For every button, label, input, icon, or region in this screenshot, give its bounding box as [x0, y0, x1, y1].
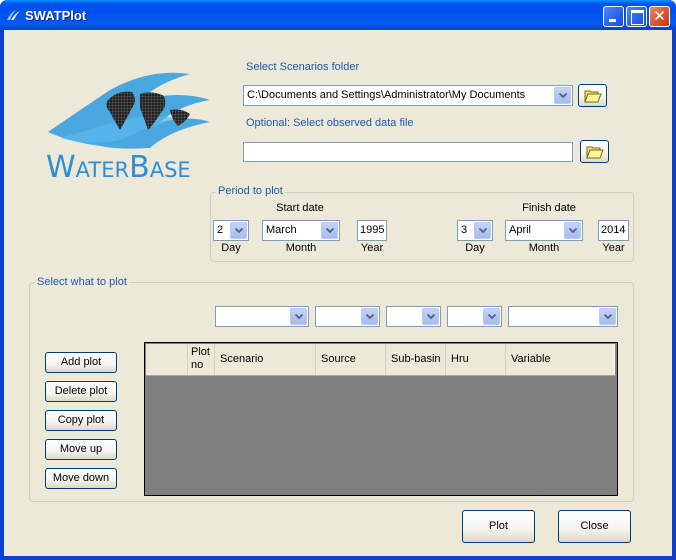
add-plot-button[interactable]: Add plot — [45, 352, 117, 373]
col-subbasin[interactable]: Sub-basin — [386, 344, 446, 375]
chevron-down-icon[interactable] — [361, 308, 378, 325]
title-bar[interactable]: SWATPlot ✕ — [0, 0, 676, 30]
logo-text: WATERBASE — [46, 150, 191, 185]
folder-open-icon — [584, 90, 602, 103]
finish-year-label: Year — [602, 242, 625, 254]
folder-open-icon — [586, 146, 604, 159]
start-date-heading: Start date — [276, 202, 324, 214]
plots-grid[interactable]: Plot no Scenario Source Sub-basin Hru Va… — [144, 342, 618, 496]
chevron-down-icon[interactable] — [554, 87, 571, 104]
start-year-input[interactable]: 1995 — [357, 220, 387, 241]
hru-filter-combo[interactable] — [447, 306, 502, 327]
finish-month-label: Month — [528, 242, 560, 254]
plot-button[interactable]: Plot — [462, 510, 535, 543]
app-icon — [7, 10, 20, 20]
start-month-label: Month — [285, 242, 317, 254]
chevron-down-icon[interactable] — [321, 222, 338, 239]
col-scenario[interactable]: Scenario — [215, 344, 316, 375]
browse-observed-file-button[interactable] — [580, 140, 609, 163]
close-window-button[interactable]: ✕ — [649, 6, 670, 27]
observed-data-label: Optional: Select observed data file — [246, 117, 414, 129]
chevron-down-icon[interactable] — [564, 222, 581, 239]
finish-day-combo[interactable]: 3 — [457, 220, 493, 241]
finish-date-heading: Finish date — [522, 202, 576, 214]
col-source[interactable]: Source — [316, 344, 386, 375]
variable-filter-combo[interactable] — [508, 306, 618, 327]
delete-plot-button[interactable]: Delete plot — [45, 381, 117, 402]
col-plot-no[interactable]: Plot no — [188, 344, 215, 375]
start-day-label: Day — [221, 242, 241, 254]
scenario-filter-combo[interactable] — [215, 306, 309, 327]
col-hru[interactable]: Hru — [446, 344, 506, 375]
start-year-label: Year — [360, 242, 384, 254]
chevron-down-icon[interactable] — [422, 308, 439, 325]
grid-header: Plot no Scenario Source Sub-basin Hru Va… — [146, 344, 615, 376]
move-up-button[interactable]: Move up — [45, 439, 117, 460]
chevron-down-icon[interactable] — [230, 222, 247, 239]
col-row-selector[interactable] — [146, 344, 188, 375]
observed-data-file-input[interactable] — [243, 142, 573, 162]
scenarios-folder-value: C:\Documents and Settings\Administrator\… — [247, 89, 526, 101]
finish-year-input[interactable]: 2014 — [598, 220, 629, 241]
client-area: WATERBASE Select Scenarios folder C:\Doc… — [4, 30, 672, 556]
swatplot-window: SWATPlot ✕ WATERBASE Select Scenarios fo… — [0, 0, 676, 560]
close-button[interactable]: Close — [558, 510, 631, 543]
chevron-down-icon[interactable] — [483, 308, 500, 325]
move-down-button[interactable]: Move down — [45, 468, 117, 489]
chevron-down-icon[interactable] — [599, 308, 616, 325]
finish-month-combo[interactable]: April — [505, 220, 583, 241]
browse-scenarios-folder-button[interactable] — [578, 84, 607, 107]
scenarios-folder-combo[interactable]: C:\Documents and Settings\Administrator\… — [243, 85, 573, 106]
window-title: SWATPlot — [25, 8, 87, 23]
period-group-title: Period to plot — [216, 185, 285, 197]
waterbase-logo: WATERBASE — [40, 60, 216, 185]
chevron-down-icon[interactable] — [290, 308, 307, 325]
source-filter-combo[interactable] — [315, 306, 380, 327]
copy-plot-button[interactable]: Copy plot — [45, 410, 117, 431]
start-day-combo[interactable]: 2 — [213, 220, 249, 241]
chevron-down-icon[interactable] — [474, 222, 491, 239]
scenarios-folder-label: Select Scenarios folder — [246, 61, 360, 73]
subbasin-filter-combo[interactable] — [386, 306, 441, 327]
minimize-button[interactable] — [603, 6, 624, 27]
col-variable[interactable]: Variable — [506, 344, 615, 375]
close-icon: ✕ — [653, 8, 666, 25]
start-month-combo[interactable]: March — [262, 220, 340, 241]
finish-day-label: Day — [465, 242, 485, 254]
maximize-button[interactable] — [626, 6, 647, 27]
select-plot-group-title: Select what to plot — [35, 276, 129, 288]
